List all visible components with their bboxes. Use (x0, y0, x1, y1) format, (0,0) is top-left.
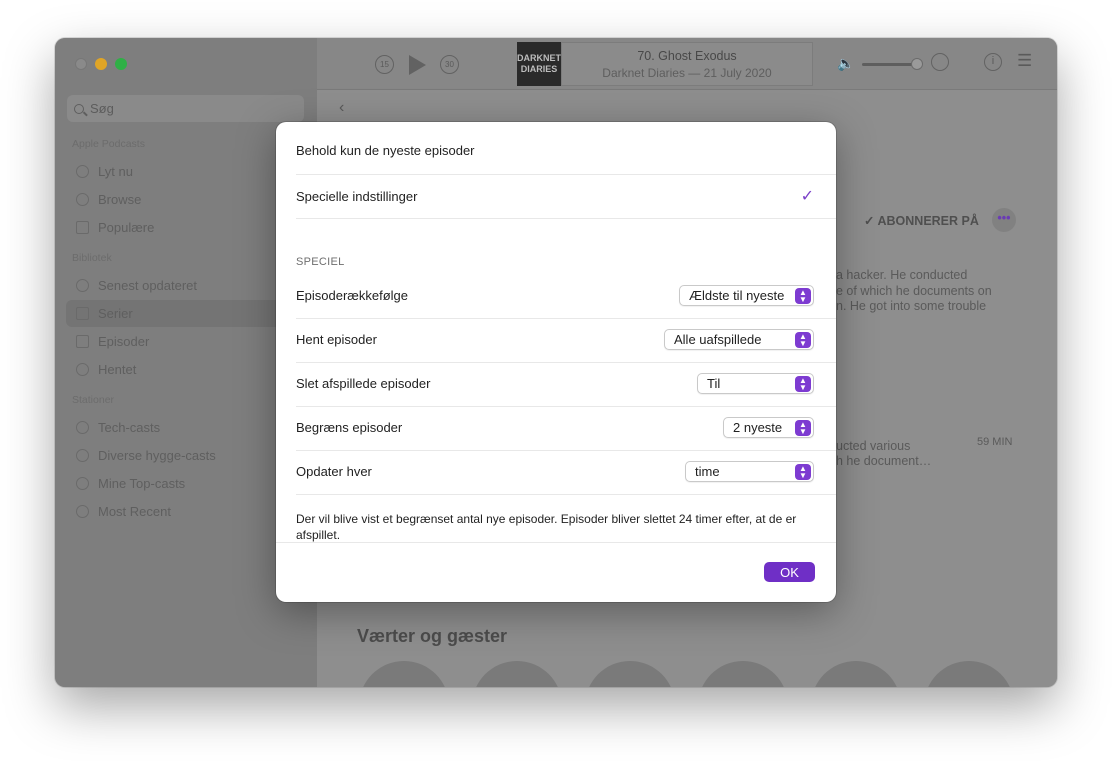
section-label-apple-podcasts: Apple Podcasts (72, 138, 145, 150)
more-options-button[interactable]: ••• (992, 208, 1016, 232)
sidebar-item-shows[interactable]: Serier (66, 300, 306, 327)
clock-icon (76, 279, 89, 292)
host-avatar[interactable] (811, 661, 901, 687)
sidebar-item-station[interactable]: Most Recent (66, 498, 306, 525)
download-episodes-select[interactable]: Alle uafspillede ▲ ▼ (664, 329, 814, 350)
checkmark-icon: ✓ (800, 188, 814, 205)
setting-row-refresh: Opdater hver time ▲ ▼ (296, 461, 814, 482)
sidebar-item-downloaded[interactable]: Hentet (66, 356, 306, 383)
sidebar-item-browse[interactable]: Browse (66, 186, 306, 213)
sidebar-item-recently-updated[interactable]: Senest opdateret (66, 272, 306, 299)
divider (296, 362, 836, 363)
divider (296, 174, 836, 175)
close-window-button[interactable] (75, 58, 87, 70)
sidebar-item-station[interactable]: Tech-casts (66, 414, 306, 441)
sidebar-item-station[interactable]: Mine Top-casts (66, 470, 306, 497)
show-description: a hacker. He conducted (836, 268, 968, 282)
info-icon[interactable]: i (984, 53, 1002, 71)
show-description: n. He got into some trouble (836, 299, 987, 313)
limit-episodes-select[interactable]: 2 nyeste ▲ ▼ (723, 417, 814, 438)
divider (296, 494, 836, 495)
play-button[interactable] (409, 55, 426, 75)
settings-note: Der vil blive vist et begrænset antal ny… (296, 512, 797, 542)
episode-subtitle: Darknet Diaries — 21 July 2020 (602, 66, 772, 80)
show-description: e of which he documents on (836, 284, 992, 298)
skip-back-button[interactable]: 15 (375, 55, 394, 74)
delete-played-select[interactable]: Til ▲ ▼ (697, 373, 814, 394)
queue-list-icon[interactable]: ☰ (1017, 51, 1032, 71)
episode-duration: 59 MIN (977, 436, 1013, 448)
episode-order-select[interactable]: Ældste til nyeste ▲ ▼ (679, 285, 814, 306)
gear-icon (76, 477, 89, 490)
episode-title: 70. Ghost Exodus (637, 49, 737, 63)
sidebar-item-top-charts[interactable]: Populære (66, 214, 306, 241)
setting-row-delete-played: Slet afspillede episoder Til ▲ ▼ (296, 373, 814, 394)
host-avatar[interactable] (585, 661, 675, 687)
hosts-section-title: Værter og gæster (357, 626, 508, 646)
shows-icon (76, 307, 89, 320)
airplay-icon[interactable] (931, 53, 949, 71)
zoom-window-button[interactable] (115, 58, 127, 70)
select-stepper-icon: ▲ ▼ (795, 288, 811, 304)
host-avatar[interactable] (359, 661, 449, 687)
volume-slider[interactable] (862, 63, 918, 66)
host-avatar[interactable] (472, 661, 562, 687)
setting-row-episode-order: Episoderækkefølge Ældste til nyeste ▲ ▼ (296, 285, 814, 306)
search-field[interactable]: Søg (67, 95, 304, 122)
episode-description: h he document… (836, 454, 932, 468)
option-custom-settings[interactable]: Specielle indstillinger ✓ (296, 186, 814, 206)
divider (276, 542, 836, 543)
setting-row-download: Hent episoder Alle uafspillede ▲ ▼ (296, 329, 814, 350)
divider (296, 406, 836, 407)
sidebar-item-listen-now[interactable]: Lyt nu (66, 158, 306, 185)
gear-icon (76, 421, 89, 434)
play-circle-icon (76, 165, 89, 178)
host-avatar[interactable] (698, 661, 788, 687)
skip-forward-button[interactable]: 30 (440, 55, 459, 74)
section-title: SPECIEL (296, 256, 345, 268)
ok-button[interactable]: OK (764, 562, 815, 582)
now-playing-display[interactable]: 70. Ghost Exodus Darknet Diaries — 21 Ju… (561, 42, 813, 86)
minimize-window-button[interactable] (95, 58, 107, 70)
divider (296, 318, 836, 319)
section-label-library: Bibliotek (72, 252, 112, 264)
back-chevron-icon[interactable]: ‹ (339, 99, 344, 117)
show-settings-dialog: Behold kun de nyeste episoder Specielle … (276, 122, 836, 602)
download-icon (76, 363, 89, 376)
search-icon (74, 103, 84, 114)
gear-icon (76, 449, 89, 462)
podcast-icon (76, 193, 89, 206)
episode-description: ucted various (836, 439, 911, 453)
episode-artwork: DARKNET DIARIES (517, 42, 561, 86)
sidebar-item-episodes[interactable]: Episoder (66, 328, 306, 355)
list-icon (76, 221, 89, 234)
gear-icon (76, 505, 89, 518)
sidebar-item-station[interactable]: Diverse hygge-casts (66, 442, 306, 469)
window-controls (75, 58, 127, 70)
volume-slider-knob[interactable] (911, 58, 923, 70)
subscribe-status[interactable]: ✓ ABONNERER PÅ (864, 213, 979, 228)
host-avatar[interactable] (924, 661, 1014, 687)
select-stepper-icon: ▲ ▼ (795, 332, 811, 348)
episodes-list-icon (76, 335, 89, 348)
divider (296, 218, 836, 219)
section-label-stations: Stationer (72, 394, 115, 406)
divider (296, 450, 836, 451)
player-toolbar: 15 30 DARKNET DIARIES 70. Ghost Exodus D… (317, 38, 1057, 90)
select-stepper-icon: ▲ ▼ (795, 376, 811, 392)
search-placeholder: Søg (90, 101, 114, 116)
refresh-every-select[interactable]: time ▲ ▼ (685, 461, 814, 482)
select-stepper-icon: ▲ ▼ (795, 420, 811, 436)
select-stepper-icon: ▲ ▼ (795, 464, 811, 480)
setting-row-limit-episodes: Begræns episoder 2 nyeste ▲ ▼ (296, 417, 814, 438)
option-keep-latest[interactable]: Behold kun de nyeste episoder (296, 143, 814, 158)
volume-icon: 🔈 (837, 55, 855, 71)
